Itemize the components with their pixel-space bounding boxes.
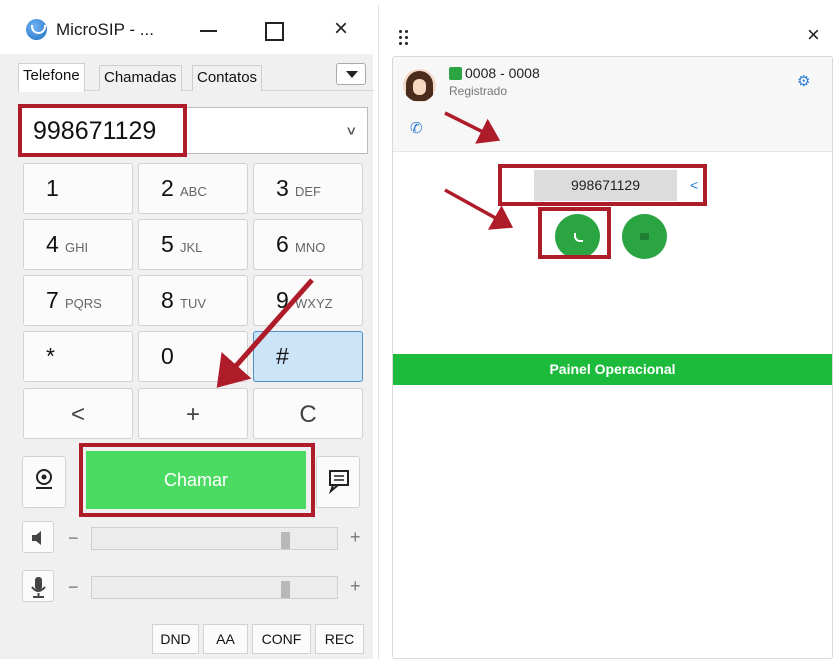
mic-plus[interactable]: + xyxy=(350,576,361,597)
speaker-slider-thumb[interactable] xyxy=(281,532,290,549)
key-letters: ABC xyxy=(180,184,207,199)
key-digit: 1 xyxy=(46,175,59,201)
key-2[interactable]: 2 ABC xyxy=(138,163,248,214)
key-digit: 6 xyxy=(276,231,289,257)
mic-minus[interactable]: − xyxy=(68,577,79,598)
key-4[interactable]: 4 GHI xyxy=(23,219,133,270)
minimize-icon[interactable] xyxy=(193,14,223,44)
tab-contatos[interactable]: Contatos xyxy=(192,65,263,91)
registration-status: Registrado xyxy=(449,84,508,98)
close-icon[interactable]: × xyxy=(326,14,356,44)
chat-icon xyxy=(328,470,349,495)
webphone-close-icon[interactable]: × xyxy=(807,22,820,48)
phone-tab-icon[interactable]: ✆ xyxy=(410,119,423,137)
key-digit: 4 xyxy=(46,231,59,257)
screenshot: MicroSIP - ... × Telefone Chamadas Conta… xyxy=(0,0,837,659)
speaker-minus[interactable]: − xyxy=(68,528,79,549)
mic-slider[interactable] xyxy=(91,576,338,599)
key-digit: 8 xyxy=(161,287,174,313)
maximize-icon[interactable] xyxy=(257,14,287,44)
key-3[interactable]: 3 DEF xyxy=(253,163,363,214)
clear-key[interactable]: C xyxy=(253,388,363,439)
window-title: MicroSIP - ... xyxy=(56,20,154,39)
key-9[interactable]: 9 WXYZ xyxy=(253,275,363,326)
key-digit: 0 xyxy=(161,343,174,369)
panel-header: 0008 - 0008 Registrado ⚙ ✆ xyxy=(393,57,832,152)
key-8[interactable]: 8 TUV xyxy=(138,275,248,326)
speaker-icon[interactable] xyxy=(22,521,54,553)
softphone-panel: 0008 - 0008 Registrado ⚙ ✆ 998671129 < P… xyxy=(392,56,833,659)
drag-handle-icon[interactable] xyxy=(399,30,411,46)
key-5[interactable]: 5 JKL xyxy=(138,219,248,270)
tab-telefone[interactable]: Telefone xyxy=(18,63,85,92)
tab-menu-dropdown[interactable] xyxy=(336,63,366,85)
highlight-number-input xyxy=(18,104,187,157)
key-letters: MNO xyxy=(295,240,326,255)
key-6[interactable]: 6 MNO xyxy=(253,219,363,270)
tab-bar: Telefone Chamadas Contatos xyxy=(18,63,374,92)
webcam-button[interactable] xyxy=(22,456,66,508)
highlight-call-button xyxy=(538,207,611,259)
key-star[interactable]: * xyxy=(23,331,133,382)
whatsapp-phone-icon xyxy=(449,67,462,80)
microphone-icon[interactable] xyxy=(22,570,54,602)
webphone-window: × 0008 - 0008 Registrado ⚙ ✆ 998671129 <… xyxy=(378,5,837,659)
key-digit: 9 xyxy=(276,287,289,313)
mic-slider-thumb[interactable] xyxy=(281,581,290,598)
key-letters: WXYZ xyxy=(295,296,333,311)
key-digit: 2 xyxy=(161,175,174,201)
aa-button[interactable]: AA xyxy=(203,624,248,654)
key-hash[interactable]: # xyxy=(253,331,363,382)
microsip-window: MicroSIP - ... × Telefone Chamadas Conta… xyxy=(0,0,374,659)
key-1[interactable]: 1 xyxy=(23,163,133,214)
speaker-slider[interactable] xyxy=(91,527,338,550)
backspace-key[interactable]: < xyxy=(23,388,133,439)
rec-button[interactable]: REC xyxy=(315,624,364,654)
key-0[interactable]: 0 xyxy=(138,331,248,382)
key-digit: # xyxy=(276,343,289,369)
tab-chamadas[interactable]: Chamadas xyxy=(99,65,182,91)
key-letters: TUV xyxy=(180,296,206,311)
key-letters: GHI xyxy=(65,240,89,255)
highlight-chamar-button xyxy=(79,443,315,517)
key-digit: 7 xyxy=(46,287,59,313)
speaker-volume-row: − + xyxy=(20,521,370,555)
key-digit: 3 xyxy=(276,175,289,201)
key-digit: 5 xyxy=(161,231,174,257)
key-digit: * xyxy=(46,343,55,369)
speaker-plus[interactable]: + xyxy=(350,527,361,548)
painel-operacional-bar[interactable]: Painel Operacional xyxy=(393,354,832,385)
mic-volume-row: − + xyxy=(20,570,370,604)
settings-gear-icon[interactable]: ⚙ xyxy=(797,72,810,90)
webcam-icon xyxy=(36,469,52,489)
key-7[interactable]: 7 PQRS xyxy=(23,275,133,326)
key-letters: PQRS xyxy=(65,296,102,311)
chevron-down-icon[interactable]: ∨ xyxy=(345,124,357,138)
plus-key[interactable]: + xyxy=(138,388,248,439)
microsip-logo-icon xyxy=(26,19,47,40)
key-letters: DEF xyxy=(295,184,321,199)
key-letters: JKL xyxy=(180,240,203,255)
title-bar: MicroSIP - ... × xyxy=(0,0,373,54)
message-button[interactable] xyxy=(316,456,360,508)
extension-label: 0008 - 0008 xyxy=(465,65,540,81)
dnd-button[interactable]: DND xyxy=(152,624,199,654)
video-round-button[interactable] xyxy=(622,214,667,259)
avatar xyxy=(403,69,436,102)
conf-button[interactable]: CONF xyxy=(252,624,311,654)
highlight-dial-input xyxy=(498,164,707,206)
